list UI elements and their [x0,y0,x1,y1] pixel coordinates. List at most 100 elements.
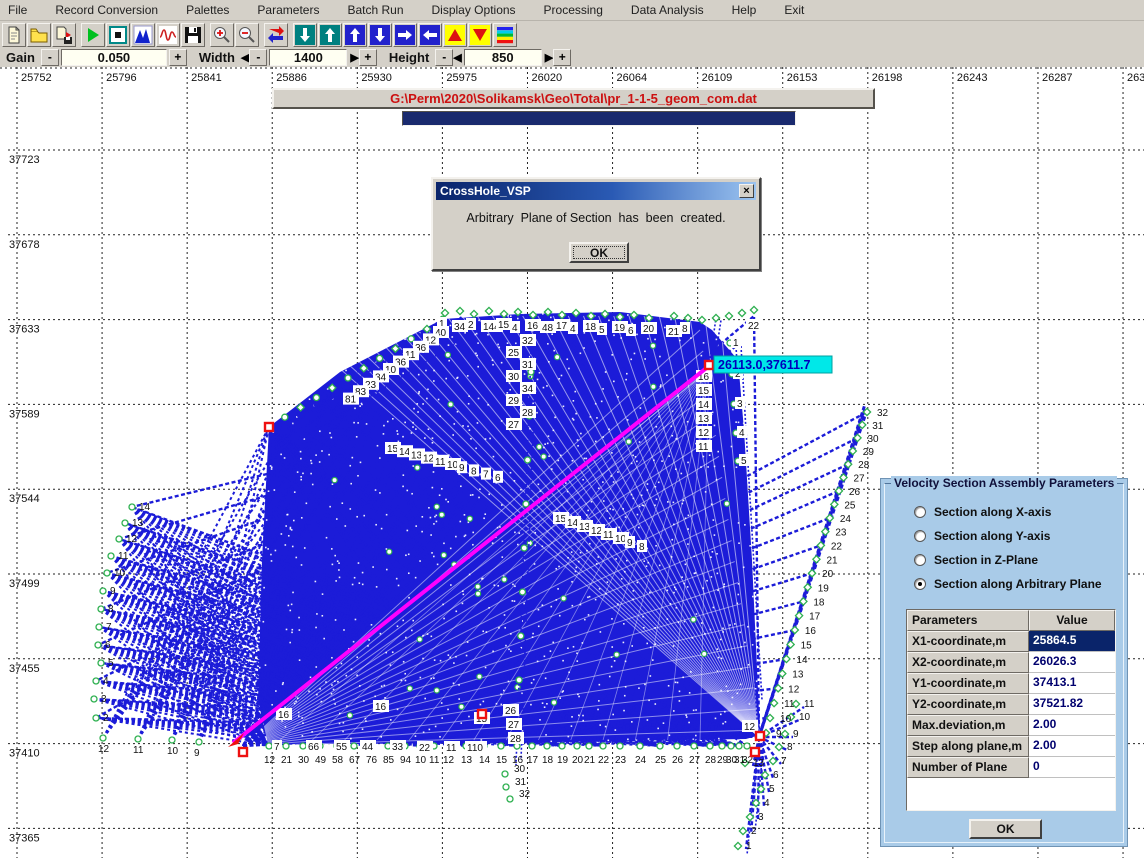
stop-icon[interactable] [106,23,130,47]
svg-text:8: 8 [108,604,114,615]
dialog-message: Arbitrary Plane of Section has been crea… [433,211,759,225]
height-left-arrow-icon[interactable]: ◀ [453,51,461,64]
arrow-down-teal-icon[interactable] [293,23,317,47]
svg-text:10: 10 [615,534,627,545]
histogram-icon[interactable] [131,23,155,47]
zoom-out-icon[interactable] [235,23,259,47]
svg-text:37455: 37455 [9,663,40,675]
svg-text:94: 94 [400,755,412,766]
save-convert-icon[interactable] [52,23,76,47]
svg-text:26153: 26153 [787,72,818,84]
svg-text:25796: 25796 [106,72,137,84]
svg-text:12: 12 [264,755,276,766]
arrow-down-blue-icon[interactable] [368,23,392,47]
svg-text:25930: 25930 [361,72,392,84]
svg-text:4: 4 [570,324,576,335]
palette-icon[interactable] [493,23,517,47]
radio-label: Section in Z-Plane [934,553,1038,567]
zoom-in-icon[interactable] [210,23,234,47]
gain-decrease-button[interactable]: - [41,49,59,66]
radio-option-3[interactable]: Section in Z-Plane [914,553,1038,567]
svg-text:28: 28 [510,734,522,745]
new-file-icon[interactable] [2,23,26,47]
svg-text:17: 17 [527,755,539,766]
arrow-left-blue-icon[interactable] [418,23,442,47]
radio-option-4[interactable]: Section along Arbitrary Plane [914,577,1102,591]
menu-item-processing[interactable]: Processing [530,0,617,20]
param-value-cell[interactable]: 0 [1029,757,1115,778]
svg-text:21: 21 [584,755,596,766]
svg-text:110: 110 [467,743,483,754]
width-increase-button[interactable]: + [359,49,377,66]
table-row: Max.deviation,m2.00 [907,715,1115,736]
dialog-title-bar[interactable]: CrossHole_VSP [436,182,756,200]
height-decrease-button[interactable]: - [435,49,453,66]
svg-text:8: 8 [639,542,645,553]
width-decrease-button[interactable]: - [249,49,267,66]
menu-item-help[interactable]: Help [718,0,771,20]
radio-circle[interactable] [914,578,926,590]
swap-arrows-icon[interactable] [264,23,288,47]
gain-value-field[interactable]: 0.050 [61,49,167,66]
arrow-up-blue-icon[interactable] [343,23,367,47]
velocity-section-panel: Velocity Section Assembly Parameters Sec… [880,478,1128,847]
menu-item-display-options[interactable]: Display Options [418,0,530,20]
waveform-icon[interactable] [156,23,180,47]
menu-item-file[interactable]: File [0,0,41,20]
svg-text:14: 14 [698,400,710,411]
height-right-arrow-icon[interactable]: ▶ [545,51,553,64]
menu-item-palettes[interactable]: Palettes [172,0,243,20]
svg-text:19: 19 [557,755,569,766]
run-icon[interactable] [81,23,105,47]
menu-item-data-analysis[interactable]: Data Analysis [617,0,718,20]
radio-label: Section along X-axis [934,505,1051,519]
radio-option-2[interactable]: Section along Y-axis [914,529,1050,543]
triangle-up-icon[interactable] [443,23,467,47]
svg-text:58: 58 [332,755,344,766]
close-icon[interactable]: × [739,184,754,198]
param-value-cell[interactable]: 2.00 [1029,715,1115,736]
svg-text:29: 29 [508,396,520,407]
svg-text:81: 81 [345,395,357,406]
panel-ok-button[interactable]: OK [969,819,1042,839]
radio-circle[interactable] [914,506,926,518]
svg-text:15: 15 [496,755,508,766]
param-value-cell[interactable]: 37521.82 [1029,694,1115,715]
width-left-arrow-icon[interactable]: ◀ [241,51,249,64]
param-value-cell[interactable]: 26026.3 [1029,652,1115,673]
triangle-down-icon[interactable] [468,23,492,47]
param-value-cell[interactable]: 25864.5 [1029,631,1115,652]
svg-text:27: 27 [854,474,866,485]
arrow-right-blue-icon[interactable] [393,23,417,47]
radio-option-1[interactable]: Section along X-axis [914,505,1051,519]
svg-text:10: 10 [447,460,459,471]
height-value-field[interactable]: 850 [464,49,542,66]
svg-text:28: 28 [858,460,870,471]
arrow-up-teal-icon[interactable] [318,23,342,47]
menu-item-exit[interactable]: Exit [770,0,818,20]
menu-item-parameters[interactable]: Parameters [243,0,333,20]
height-increase-button[interactable]: + [553,49,571,66]
width-value-field[interactable]: 1400 [269,49,347,66]
open-file-icon[interactable] [27,23,51,47]
file-path-text: G:\Perm\2020\Solikamsk\Geo\Total\pr_1-1-… [390,91,757,106]
menu-item-batch-run[interactable]: Batch Run [333,0,417,20]
radio-circle[interactable] [914,530,926,542]
param-name-cell: Number of Plane [907,757,1029,778]
svg-text:10: 10 [167,746,179,757]
svg-text:20: 20 [822,569,834,580]
svg-text:26109: 26109 [702,72,733,84]
menu-item-record-conversion[interactable]: Record Conversion [41,0,172,20]
svg-text:14: 14 [796,655,808,666]
width-right-arrow-icon[interactable]: ▶ [350,51,358,64]
svg-text:26: 26 [849,487,861,498]
svg-text:37410: 37410 [9,748,40,760]
save-icon[interactable] [181,23,205,47]
gain-increase-button[interactable]: + [169,49,187,66]
param-value-cell[interactable]: 37413.1 [1029,673,1115,694]
radio-circle[interactable] [914,554,926,566]
dialog-ok-button[interactable]: OK [569,242,629,263]
param-value-cell[interactable]: 2.00 [1029,736,1115,757]
svg-text:12: 12 [591,526,603,537]
svg-text:21: 21 [281,755,293,766]
